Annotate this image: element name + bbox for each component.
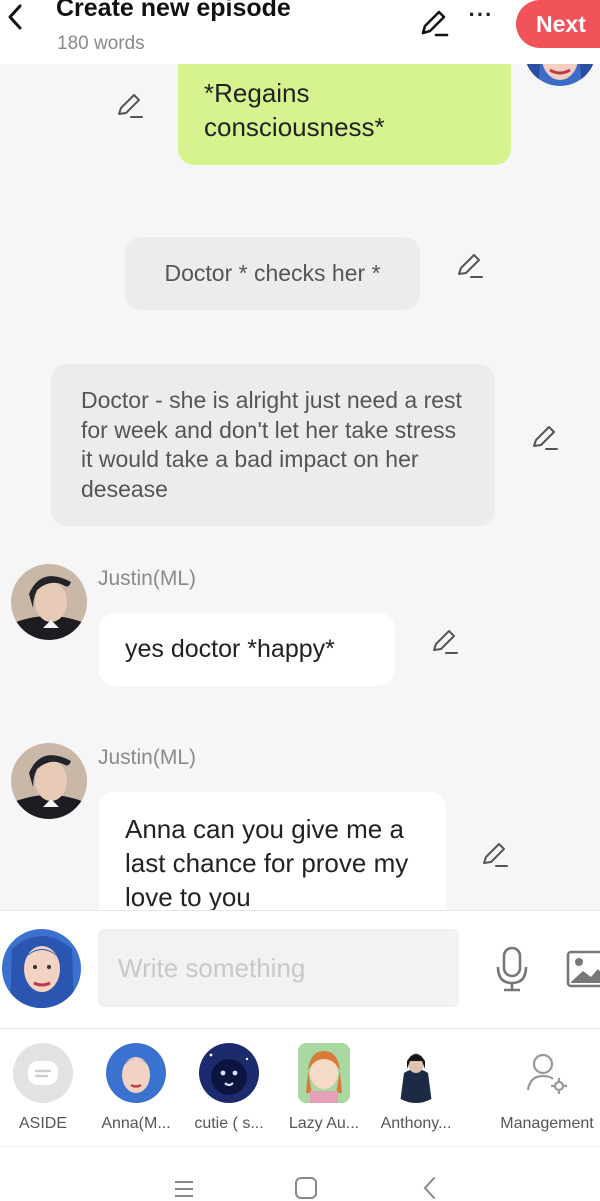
next-button-label: Next <box>536 10 586 37</box>
edit-message-1-button[interactable] <box>115 90 145 120</box>
chevron-left-icon <box>8 4 22 30</box>
narration-bubble[interactable]: Doctor - she is alright just need a rest… <box>51 364 495 526</box>
input-placeholder: Write something <box>118 953 306 983</box>
avatar-justin[interactable] <box>11 743 87 819</box>
character-anna[interactable]: Anna(M... <box>94 1043 178 1133</box>
current-character-avatar[interactable] <box>2 929 81 1008</box>
management-button[interactable]: Management <box>495 1043 599 1133</box>
character-label: Management <box>500 1115 594 1132</box>
message-text: *Regains consciousness* <box>204 78 385 142</box>
page-title: Create new episode <box>56 0 291 22</box>
edit-message-2-button[interactable] <box>455 250 485 280</box>
more-options-button[interactable]: ··· <box>466 4 496 34</box>
character-selector: ASIDE Anna(M... cutie ( s... Lazy Au... … <box>0 1028 600 1146</box>
microphone-button[interactable] <box>492 945 532 993</box>
pencil-icon <box>421 10 449 37</box>
character-label: ASIDE <box>18 1115 67 1132</box>
image-icon <box>566 950 600 988</box>
character-label: Lazy Au... <box>288 1115 360 1132</box>
message-text: Doctor * checks her * <box>164 260 381 286</box>
message-text: yes doctor *happy* <box>125 635 335 663</box>
avatar-anna-partial <box>524 64 596 86</box>
edit-message-5-button[interactable] <box>480 839 510 869</box>
pencil-icon <box>483 843 508 867</box>
edit-message-3-button[interactable] <box>530 422 560 452</box>
message-text: Doctor - she is alright just need a rest… <box>81 387 462 502</box>
message-input[interactable]: Write something <box>98 929 459 1007</box>
speech-bubble[interactable]: Anna can you give me a last chance for p… <box>99 792 446 910</box>
character-aside[interactable]: ASIDE <box>1 1043 85 1133</box>
speaker-name: Justin(ML) <box>98 567 197 590</box>
pencil-icon <box>533 426 558 450</box>
character-label: cutie ( s... <box>194 1115 264 1132</box>
recent-apps-button[interactable] <box>172 1177 196 1201</box>
chat-area[interactable]: *Regains consciousness* Doctor * checks … <box>0 64 600 910</box>
speaker-name: Justin(ML) <box>98 746 197 769</box>
image-button[interactable] <box>565 947 600 991</box>
pencil-icon <box>458 254 483 278</box>
edit-message-4-button[interactable] <box>430 626 460 656</box>
character-anthony[interactable]: Anthony... <box>374 1043 458 1133</box>
edit-episode-button[interactable] <box>418 6 450 38</box>
input-bar: Write something <box>0 910 600 1028</box>
message-text: Anna can you give me a last chance for p… <box>125 814 409 910</box>
character-lazy[interactable]: Lazy Au... <box>282 1043 366 1133</box>
speech-bubble[interactable]: yes doctor *happy* <box>99 613 395 686</box>
home-square-icon <box>295 1177 317 1199</box>
narration-bubble[interactable]: *Regains consciousness* <box>178 64 511 165</box>
header-bar: Create new episode 180 words ··· Next <box>0 0 600 64</box>
home-button[interactable] <box>293 1175 319 1201</box>
avatar-justin[interactable] <box>11 564 87 640</box>
avatar-anthony <box>386 1043 446 1103</box>
system-nav-bar <box>0 1146 600 1201</box>
avatar-lazy <box>298 1043 350 1103</box>
avatar-anna <box>106 1043 166 1103</box>
character-label: Anthony... <box>380 1115 452 1132</box>
system-back-button[interactable] <box>418 1175 442 1201</box>
narration-bubble[interactable]: Doctor * checks her * <box>125 237 420 310</box>
pencil-icon <box>118 94 143 118</box>
avatar-cutie <box>199 1043 259 1103</box>
back-button[interactable] <box>0 0 30 34</box>
word-count: 180 words <box>57 33 145 54</box>
character-cutie[interactable]: cutie ( s... <box>187 1043 271 1133</box>
next-button[interactable]: Next <box>516 0 600 48</box>
more-dots-icon: ··· <box>468 2 494 27</box>
microphone-icon <box>496 946 528 992</box>
menu-lines-icon <box>175 1181 193 1197</box>
aside-icon <box>13 1043 73 1103</box>
character-label: Anna(M... <box>101 1115 171 1132</box>
management-icon <box>517 1043 577 1103</box>
chevron-left-icon <box>423 1177 435 1199</box>
pencil-icon <box>433 630 458 654</box>
